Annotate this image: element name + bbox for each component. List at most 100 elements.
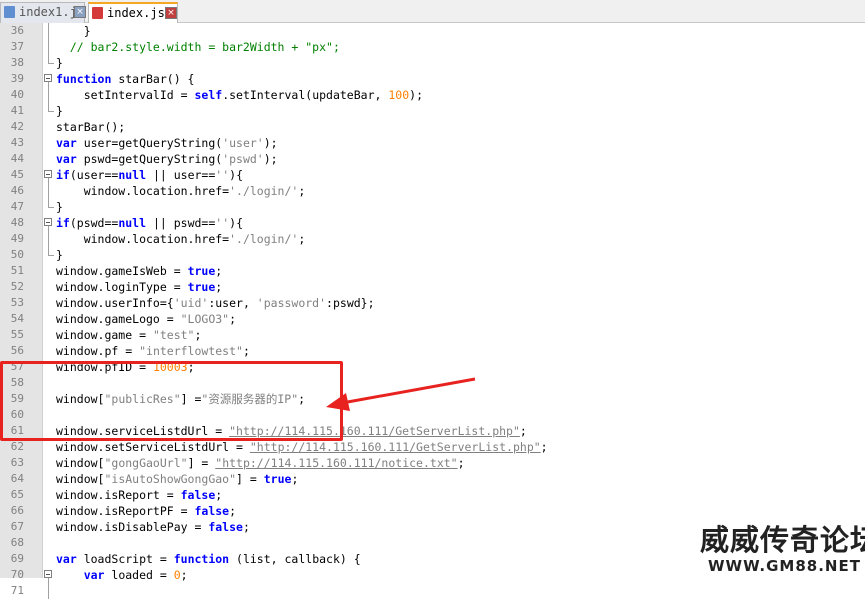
code-editor[interactable]: 36 37 38 39 40 41 42 43 44 45 46 47 48 49 50 51 52 53 54 55… — [0, 23, 865, 599]
string-literal: "interflowtest" — [139, 344, 243, 358]
code-line[interactable]: window["gongGaoUrl"] = "http://114.115.1… — [0, 455, 865, 471]
code-token: (list, callback) { — [229, 552, 361, 566]
code-line[interactable]: setIntervalId = self.setInterval(updateB… — [0, 87, 865, 103]
tab-index-js[interactable]: index.js × — [88, 2, 178, 23]
code-line[interactable]: window.game = "test"; — [0, 327, 865, 343]
tab-index1-js[interactable]: index1.js × — [0, 2, 86, 23]
code-token: ; — [291, 472, 299, 486]
code-token: ; — [180, 568, 188, 582]
string-literal: "isAutoShowGongGao" — [104, 472, 237, 486]
close-icon[interactable]: × — [165, 7, 177, 19]
code-text: window.setServiceListdUrl = "http://114.… — [56, 439, 548, 455]
code-token: loadScript = — [76, 552, 174, 566]
code-token: :pswd}; — [326, 296, 375, 310]
number-literal: 0 — [173, 568, 181, 582]
code-line[interactable]: window.gameLogo = "LOGO3"; — [0, 311, 865, 327]
code-text: setIntervalId = self.setInterval(updateB… — [56, 87, 423, 103]
code-text: } — [56, 24, 91, 38]
code-token: window.setServiceListdUrl = — [56, 440, 250, 454]
code-token: ; — [298, 184, 306, 198]
code-token: window.loginType = — [56, 280, 188, 294]
tab-label: index.js — [107, 6, 165, 20]
code-token: ; — [229, 312, 237, 326]
code-text: window.loginType = true; — [56, 279, 222, 295]
code-line[interactable]: window.location.href='./login/'; — [0, 183, 865, 199]
code-token: ] = — [236, 472, 264, 486]
code-line[interactable]: window["isAutoShowGongGao"] = true; — [0, 471, 865, 487]
code-line[interactable]: } — [0, 199, 865, 215]
fold-line-icon — [43, 583, 55, 599]
code-line[interactable]: } — [0, 55, 865, 71]
code-text: var loadScript = function (list, callbac… — [56, 551, 361, 567]
watermark: 威威传奇论坛 WWW.GM88.NET — [700, 524, 865, 578]
code-text: window.gameLogo = "LOGO3"; — [56, 311, 236, 327]
code-text: } — [56, 248, 63, 262]
keyword: null — [118, 168, 147, 182]
code-line[interactable]: starBar(); — [0, 119, 865, 135]
code-line[interactable]: if(pswd==null || pswd==''){ — [0, 215, 865, 231]
code-text: window.isReport = false; — [56, 487, 222, 503]
code-token: || user== — [146, 168, 216, 182]
code-token: window.location.href= — [56, 184, 230, 198]
line-number: 71 — [10, 584, 24, 597]
string-literal: 'pswd' — [222, 152, 264, 166]
code-line[interactable]: function starBar() { — [0, 71, 865, 87]
code-line[interactable]: } — [0, 103, 865, 119]
code-text: function starBar() { — [56, 71, 194, 87]
code-line[interactable]: } — [0, 23, 865, 39]
code-text: window.location.href='./login/'; — [56, 231, 306, 247]
code-token: window.pf = — [56, 344, 140, 358]
js-file-icon — [4, 6, 15, 18]
code-token: user=getQueryString( — [76, 136, 223, 150]
code-token: ; — [215, 280, 223, 294]
code-line[interactable]: window.pf = "interflowtest"; — [0, 343, 865, 359]
string-literal: './login/' — [229, 184, 299, 198]
keyword: true — [187, 264, 216, 278]
code-token: window[ — [56, 456, 105, 470]
close-icon[interactable]: × — [74, 6, 86, 18]
code-token: :user, — [208, 296, 257, 310]
code-line[interactable]: } — [0, 247, 865, 263]
code-line[interactable]: if(user==null || user==''){ — [0, 167, 865, 183]
code-line[interactable]: window.setServiceListdUrl = "http://114.… — [0, 439, 865, 455]
code-token: starBar() { — [111, 72, 195, 86]
annotation-arrow-icon — [326, 377, 476, 411]
string-literal: "LOGO3" — [180, 312, 230, 326]
string-literal: '' — [215, 216, 230, 230]
code-token: ; — [457, 456, 465, 470]
string-literal: 'uid' — [173, 296, 209, 310]
keyword: var — [56, 136, 77, 150]
keyword: true — [187, 280, 216, 294]
string-literal: "test" — [152, 328, 195, 342]
code-token: ; — [194, 328, 202, 342]
code-text: window.isReportPF = false; — [56, 503, 236, 519]
code-line[interactable]: var user=getQueryString('user'); — [0, 135, 865, 151]
code-line[interactable]: window.gameIsWeb = true; — [0, 263, 865, 279]
code-line[interactable]: var pswd=getQueryString('pswd'); — [0, 151, 865, 167]
code-token: ; — [215, 264, 223, 278]
code-text: window.userInfo={'uid':user, 'password':… — [56, 295, 375, 311]
keyword: null — [118, 216, 147, 230]
highlight-box — [0, 361, 343, 441]
gutter-row: 68 — [0, 535, 56, 551]
code-text: var user=getQueryString('user'); — [56, 135, 278, 151]
keyword: false — [180, 488, 216, 502]
code-text: window.game = "test"; — [56, 327, 201, 343]
code-token: ; — [242, 520, 250, 534]
string-literal: 'user' — [222, 136, 264, 150]
url-link[interactable]: "http://114.115.160.111/notice.txt" — [215, 456, 457, 470]
code-token: ){ — [229, 216, 243, 230]
string-literal: '' — [215, 168, 230, 182]
code-line[interactable]: window.userInfo={'uid':user, 'password':… — [0, 295, 865, 311]
code-line[interactable]: window.isReportPF = false; — [0, 503, 865, 519]
code-text: var loaded = 0; — [56, 567, 188, 583]
unsaved-file-icon — [92, 7, 103, 19]
code-text: window["isAutoShowGongGao"] = true; — [56, 471, 298, 487]
code-text: window.gameIsWeb = true; — [56, 263, 222, 279]
code-token: .setInterval(updateBar, — [222, 88, 389, 102]
code-line[interactable]: window.isReport = false; — [0, 487, 865, 503]
code-line[interactable]: window.loginType = true; — [0, 279, 865, 295]
url-link[interactable]: "http://114.115.160.111/GetServerList.ph… — [250, 440, 541, 454]
code-line[interactable]: window.location.href='./login/'; — [0, 231, 865, 247]
code-line[interactable]: // bar2.style.width = bar2Width + "px"; — [0, 39, 865, 55]
